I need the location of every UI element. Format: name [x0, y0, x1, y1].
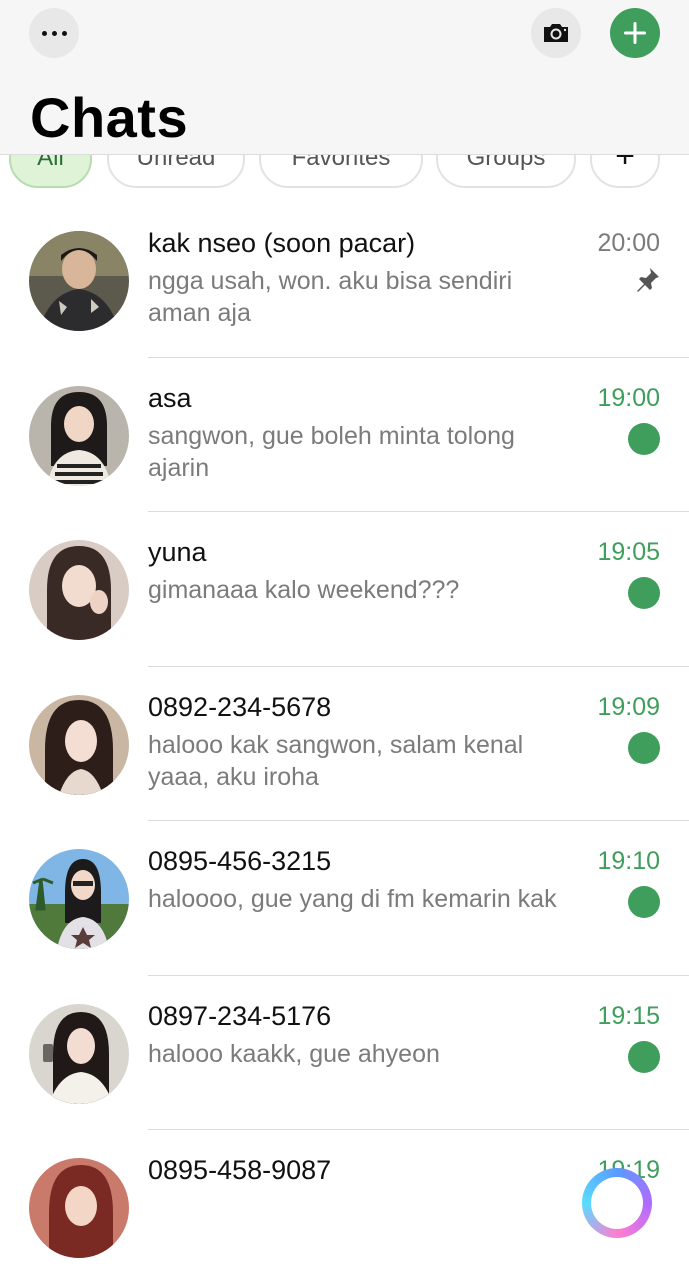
chat-name: 0892-234-5678: [148, 691, 332, 722]
unread-indicator: [628, 422, 660, 455]
new-chat-button[interactable]: [610, 8, 660, 58]
chat-time: 20:00: [597, 229, 660, 257]
chat-name: asa: [148, 382, 192, 413]
chat-row[interactable]: kak nseo (soon pacar) ngga usah, won. ak…: [0, 203, 689, 358]
plus-icon: [624, 22, 646, 44]
pin-icon: [637, 268, 659, 292]
chat-preview: sangwon, gue boleh minta tolong ajarin: [148, 421, 515, 482]
chat-row[interactable]: 0895-456-3215 haloooo, gue yang di fm ke…: [0, 821, 689, 976]
unread-indicator: [628, 577, 660, 609]
page-title: Chats: [30, 86, 189, 149]
chat-time: 19:15: [597, 1001, 660, 1030]
unread-indicator: [628, 731, 660, 764]
avatar: [29, 231, 129, 331]
unread-indicator: [628, 1040, 660, 1073]
camera-icon: [544, 24, 568, 42]
chat-list: kak nseo (soon pacar) ngga usah, won. ak…: [0, 203, 689, 1285]
chat-name: yuna: [148, 537, 207, 567]
chat-time: 19:10: [597, 847, 660, 875]
top-header: Chats: [0, 0, 689, 155]
chat-row[interactable]: 0897-234-5176 halooo kaakk, gue ahyeon 1…: [0, 976, 689, 1130]
chat-row[interactable]: yuna gimanaaa kalo weekend??? 19:05: [0, 512, 689, 667]
assistant-orb-button[interactable]: [582, 1168, 652, 1238]
chat-preview: halooo kak sangwon, salam kenal yaaa, ak…: [148, 730, 524, 791]
chat-name: kak nseo (soon pacar): [148, 228, 416, 258]
avatar: [29, 694, 129, 795]
chat-name: 0895-456-3215: [148, 846, 332, 876]
chat-preview: ngga usah, won. aku bisa sendiri aman aj…: [148, 267, 513, 327]
chat-name: 0897-234-5176: [148, 1000, 332, 1031]
camera-button[interactable]: [531, 8, 581, 58]
chat-row[interactable]: asa sangwon, gue boleh minta tolong ajar…: [0, 358, 689, 512]
chat-time: 19:05: [597, 538, 660, 566]
ellipsis-icon: [41, 30, 67, 36]
avatar: [29, 385, 129, 486]
chat-row[interactable]: 0892-234-5678 halooo kak sangwon, salam …: [0, 667, 689, 821]
unread-indicator: [628, 886, 660, 918]
avatar: [29, 1003, 129, 1104]
chat-name: 0895-458-9087: [148, 1155, 332, 1185]
more-options-button[interactable]: [29, 8, 79, 58]
chat-preview: halooo kaakk, gue ahyeon: [148, 1039, 440, 1068]
avatar: [29, 849, 129, 949]
chat-preview: haloooo, gue yang di fm kemarin kak: [148, 885, 557, 913]
avatar: [29, 1158, 129, 1258]
chat-time: 19:00: [597, 383, 660, 412]
chat-time: 19:09: [597, 692, 660, 721]
chat-preview: gimanaaa kalo weekend???: [148, 576, 460, 604]
avatar: [29, 540, 129, 640]
